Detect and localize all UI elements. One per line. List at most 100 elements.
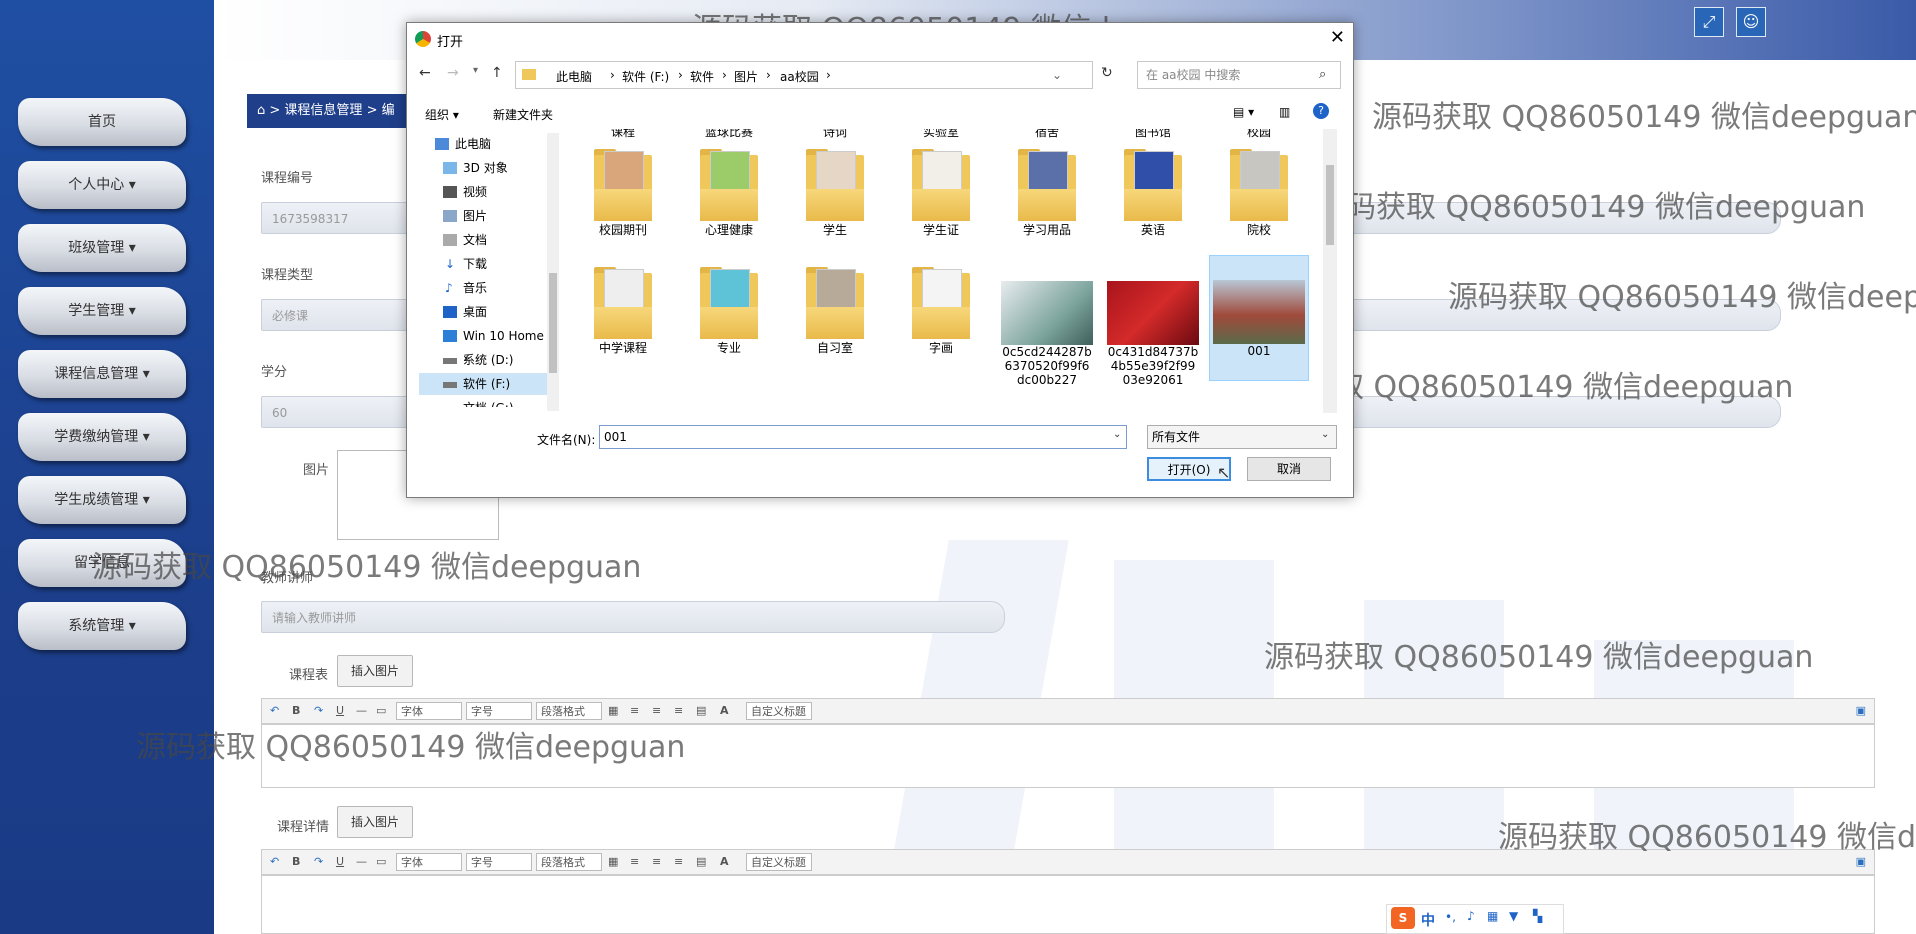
folder-item[interactable]: 学习用品 bbox=[997, 149, 1097, 238]
source-icon[interactable]: ▣ bbox=[1856, 855, 1866, 868]
folder-item[interactable]: 学生 bbox=[785, 149, 885, 238]
custom-title-select[interactable]: 自定义标题 bbox=[746, 702, 812, 720]
align-right-icon[interactable]: ≡ bbox=[674, 704, 683, 717]
filename-input[interactable]: 001 bbox=[599, 425, 1127, 449]
size-select[interactable]: 字号 bbox=[466, 702, 532, 720]
punctuation-icon[interactable]: •, bbox=[1445, 910, 1456, 924]
tree-item-pictures[interactable]: 图片 bbox=[419, 205, 549, 227]
path-segment[interactable]: 软件 bbox=[690, 68, 714, 85]
sidebar-item-tuition-management[interactable]: 学费缴纳管理 ▾ bbox=[18, 413, 186, 461]
close-icon[interactable]: ✕ bbox=[1330, 27, 1345, 48]
tree-item-3d-objects[interactable]: 3D 对象 bbox=[419, 157, 549, 179]
file-scrollbar[interactable] bbox=[1323, 129, 1337, 413]
file-item[interactable]: 图书馆 bbox=[1103, 129, 1203, 140]
insert-image-button-2[interactable]: 插入图片 bbox=[337, 806, 413, 838]
microphone-icon[interactable]: ♪ bbox=[1467, 909, 1475, 923]
expand-icon[interactable]: ⤢ bbox=[1694, 7, 1724, 37]
sidebar-item-home[interactable]: 首页 bbox=[18, 98, 186, 146]
undo-icon[interactable]: ↶ bbox=[270, 704, 279, 717]
view-options-icon[interactable]: ▤ ▾ bbox=[1233, 105, 1254, 119]
align-left-icon[interactable]: ≡ bbox=[630, 704, 639, 717]
address-bar[interactable]: 此电脑 › 软件 (F:) › 软件 › 图片 › aa校园 › ⌄ bbox=[515, 61, 1093, 89]
align-center-icon[interactable]: ≡ bbox=[652, 855, 661, 868]
organize-button[interactable]: 组织 ▾ bbox=[425, 106, 459, 123]
tree-item-music[interactable]: ♪ 音乐 bbox=[419, 277, 549, 299]
filetype-select[interactable]: 所有文件 bbox=[1147, 425, 1337, 449]
paragraph-select[interactable]: 段落格式 bbox=[536, 853, 602, 871]
chevron-down-icon[interactable]: ⌄ bbox=[1052, 68, 1062, 82]
tree-item-drive-d[interactable]: 系统 (D:) bbox=[419, 349, 549, 371]
tree-item-drive-f[interactable]: 软件 (F:) bbox=[419, 373, 549, 395]
path-segment[interactable]: aa校园 bbox=[780, 68, 819, 85]
align-left-icon[interactable]: ≡ bbox=[630, 855, 639, 868]
path-segment[interactable]: 此电脑 bbox=[556, 68, 592, 85]
align-right-icon[interactable]: ≡ bbox=[674, 855, 683, 868]
chevron-down-icon[interactable]: ⌄ bbox=[1321, 429, 1329, 440]
preview-pane-icon[interactable]: ▥ bbox=[1279, 105, 1290, 119]
toolbox-icon[interactable]: ▚ bbox=[1533, 909, 1542, 923]
folder-item[interactable]: 学生证 bbox=[891, 149, 991, 238]
justify-icon[interactable]: ▤ bbox=[696, 855, 706, 868]
horizontal-rule-icon[interactable]: — bbox=[356, 704, 367, 717]
sidebar-item-course-management[interactable]: 课程信息管理 ▾ bbox=[18, 350, 186, 398]
folder-item[interactable]: 中学课程 bbox=[573, 267, 673, 356]
tree-item-documents[interactable]: 文档 bbox=[419, 229, 549, 251]
bold-button[interactable]: B bbox=[292, 704, 300, 717]
sidebar-item-class-management[interactable]: 班级管理 ▾ bbox=[18, 224, 186, 272]
table-icon[interactable]: ▦ bbox=[608, 855, 618, 868]
align-center-icon[interactable]: ≡ bbox=[652, 704, 661, 717]
file-item[interactable]: 课程 bbox=[573, 129, 673, 140]
sidebar-item-personal-center[interactable]: 个人中心 ▾ bbox=[18, 161, 186, 209]
folder-item[interactable]: 院校 bbox=[1209, 149, 1309, 238]
tree-item-win10-drive[interactable]: Win 10 Home › bbox=[419, 325, 549, 365]
folder-item[interactable]: 英语 bbox=[1103, 149, 1203, 238]
font-select[interactable]: 字体 bbox=[396, 853, 462, 871]
tree-item-desktop[interactable]: 桌面 bbox=[419, 301, 549, 323]
tree-item-downloads[interactable]: ↓ 下载 bbox=[419, 253, 549, 275]
recent-dropdown-icon[interactable]: ▾ bbox=[473, 65, 478, 76]
bold-button[interactable]: B bbox=[292, 855, 300, 868]
page-icon[interactable]: ▭ bbox=[376, 704, 386, 717]
skin-icon[interactable]: ▼ bbox=[1509, 909, 1518, 923]
image-file-item[interactable]: 0c5cd244287b6370520f99f6dc00b227 bbox=[997, 267, 1097, 387]
redo-icon[interactable]: ↷ bbox=[314, 855, 323, 868]
dialog-titlebar[interactable]: 打开 ✕ bbox=[407, 23, 1353, 55]
font-select[interactable]: 字体 bbox=[396, 702, 462, 720]
sidebar-item-student-management[interactable]: 学生管理 ▾ bbox=[18, 287, 186, 335]
font-color-button[interactable]: A bbox=[720, 855, 729, 868]
search-icon[interactable]: ⌕ bbox=[1319, 67, 1326, 82]
image-file-item-selected[interactable]: 001 bbox=[1209, 255, 1309, 381]
details-editor[interactable] bbox=[261, 875, 1875, 934]
tree-item-drive-g[interactable]: 文档 (G:) bbox=[419, 397, 549, 407]
undo-icon[interactable]: ↶ bbox=[270, 855, 279, 868]
help-icon[interactable]: ? bbox=[1313, 103, 1329, 119]
table-icon[interactable]: ▦ bbox=[608, 704, 618, 717]
home-icon[interactable]: ⌂ bbox=[257, 103, 265, 118]
path-segment[interactable]: 软件 (F:) bbox=[622, 68, 669, 85]
cancel-button[interactable]: 取消 bbox=[1247, 457, 1331, 481]
folder-item[interactable]: 专业 bbox=[679, 267, 779, 356]
page-icon[interactable]: ▭ bbox=[376, 855, 386, 868]
file-item[interactable]: 篮球比赛 bbox=[679, 129, 779, 140]
sogou-logo-icon[interactable]: S bbox=[1391, 907, 1415, 929]
user-icon[interactable]: ☺ bbox=[1736, 7, 1766, 37]
path-segment[interactable]: 图片 bbox=[734, 68, 758, 85]
file-item[interactable]: 实验室 bbox=[891, 129, 991, 140]
font-color-button[interactable]: A bbox=[720, 704, 729, 717]
teacher-input[interactable]: 请输入教师讲师 bbox=[261, 601, 1005, 633]
justify-icon[interactable]: ▤ bbox=[696, 704, 706, 717]
back-arrow-icon[interactable]: ← bbox=[419, 65, 431, 81]
folder-item[interactable]: 心理健康 bbox=[679, 149, 779, 238]
source-icon[interactable]: ▣ bbox=[1856, 704, 1866, 717]
sidebar-item-grade-management[interactable]: 学生成绩管理 ▾ bbox=[18, 476, 186, 524]
insert-image-button[interactable]: 插入图片 bbox=[337, 655, 413, 687]
paragraph-select[interactable]: 段落格式 bbox=[536, 702, 602, 720]
folder-item[interactable]: 字画 bbox=[891, 267, 991, 356]
custom-title-select[interactable]: 自定义标题 bbox=[746, 853, 812, 871]
underline-button[interactable]: U bbox=[336, 855, 344, 868]
ime-mode-label[interactable]: 中 bbox=[1421, 910, 1435, 930]
file-item[interactable]: 诗词 bbox=[785, 129, 885, 140]
keyboard-icon[interactable]: ▦ bbox=[1487, 909, 1498, 923]
image-file-item[interactable]: 0c431d84737b4b55e39f2f9903e92061 bbox=[1103, 267, 1203, 387]
new-folder-button[interactable]: 新建文件夹 bbox=[493, 106, 553, 123]
